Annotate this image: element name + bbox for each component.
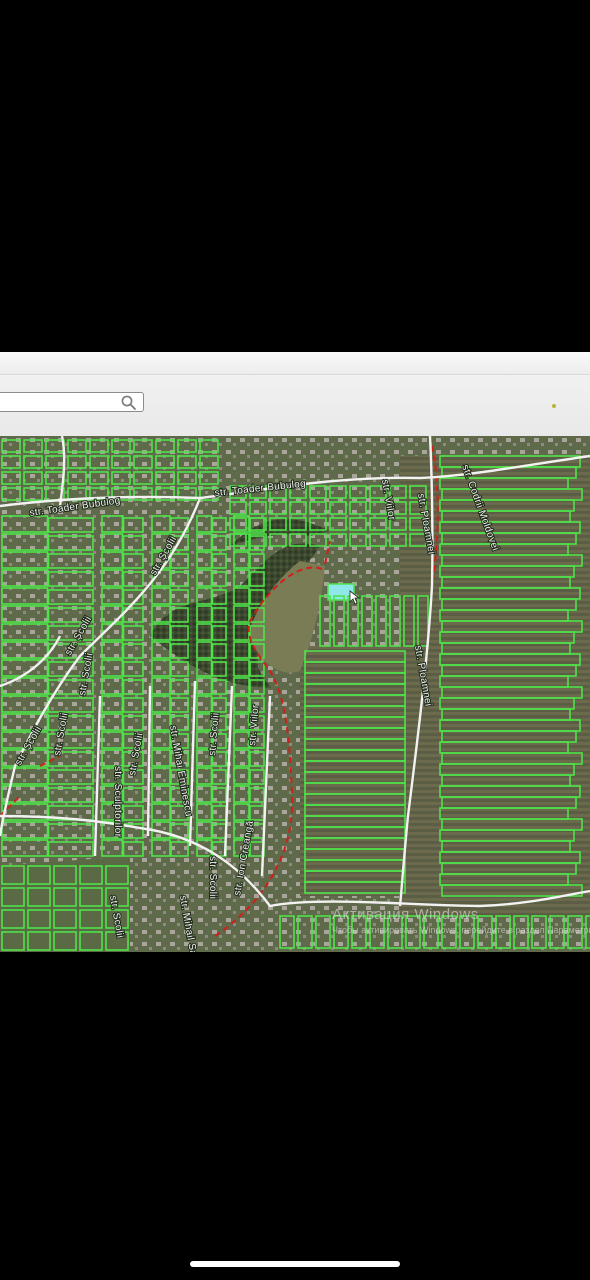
window-top-bar (0, 352, 590, 375)
search-icon[interactable] (120, 394, 138, 411)
home-indicator[interactable] (190, 1261, 400, 1267)
street-label: str. Sculptorilor (112, 766, 123, 838)
monitor-photo: str. Toader Bubulog str. Toader Bubulog st… (0, 352, 590, 952)
map-canvas[interactable]: str. Toader Bubulogstr. Toader Bubulog st… (0, 436, 590, 952)
cadastral-map[interactable]: str. Toader Bubulog str. Toader Bubulog st… (0, 436, 590, 952)
street-label: str. Scolii (207, 856, 218, 899)
phone-screen: str. Toader Bubulog str. Toader Bubulog st… (0, 0, 590, 1280)
toolbar-dot-icon (552, 404, 556, 408)
map-toolbar (0, 352, 590, 437)
